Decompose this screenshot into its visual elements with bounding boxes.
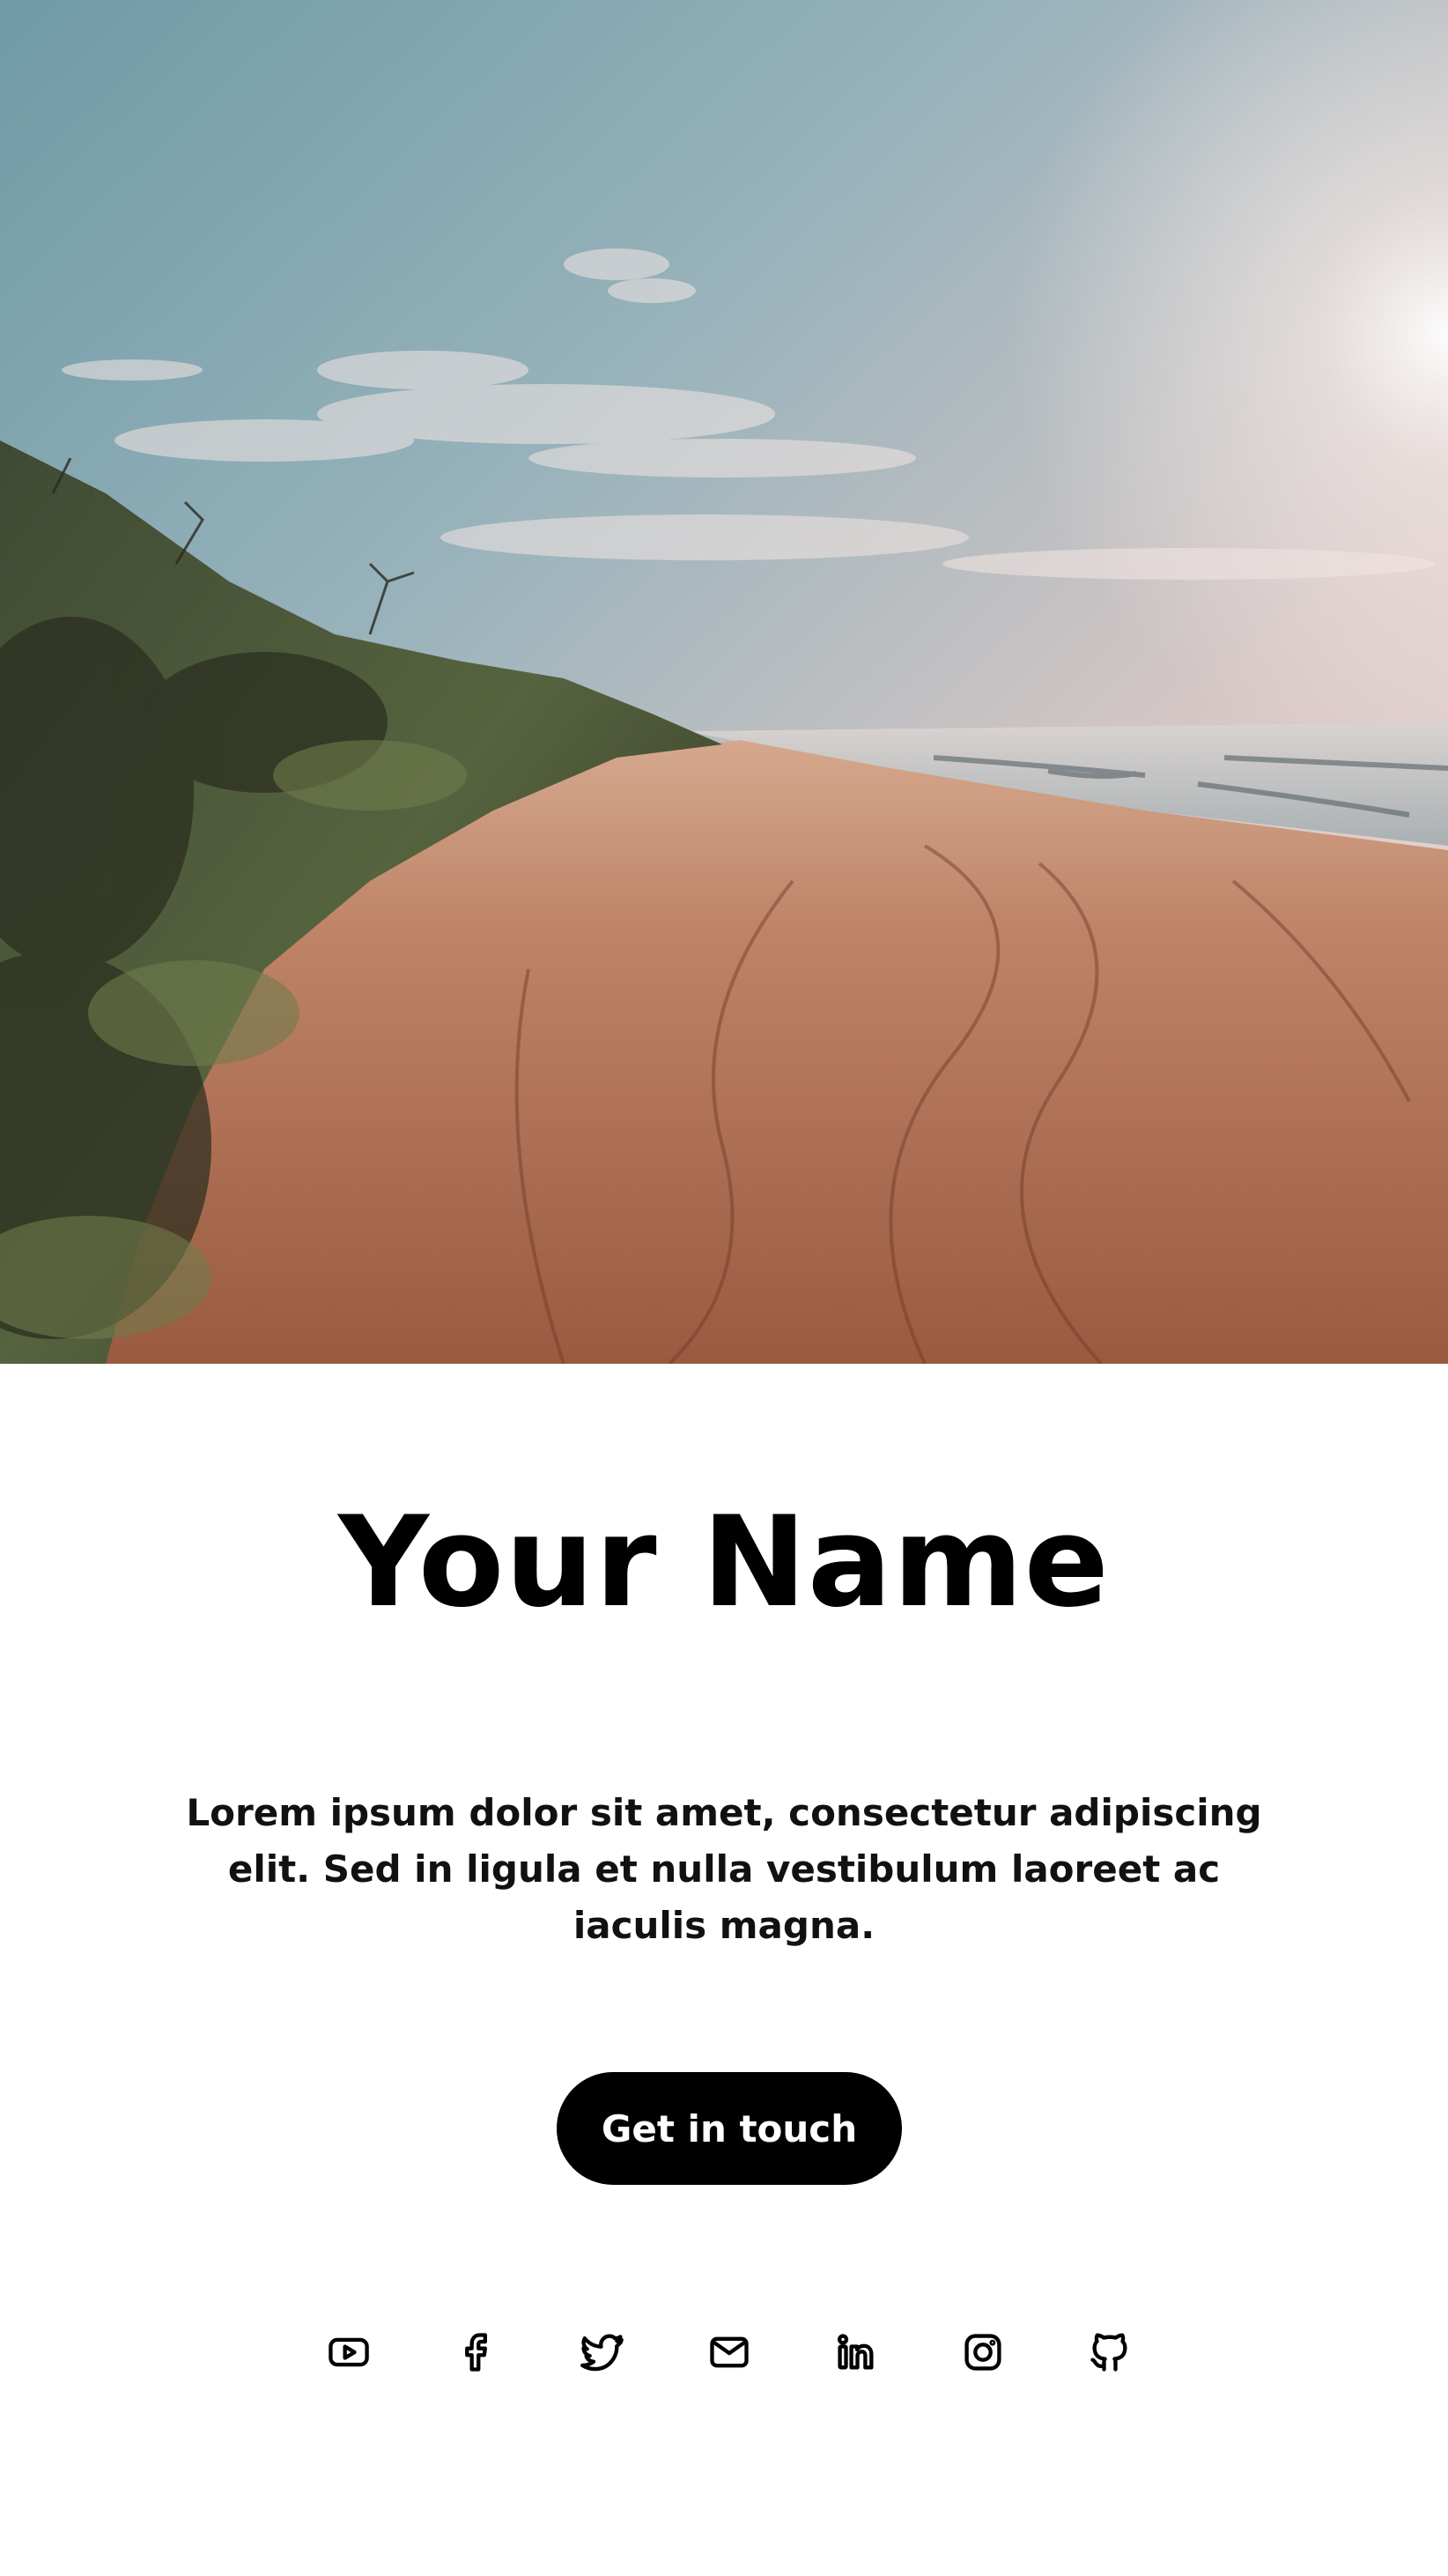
profile-section: Your Name Lorem ipsum dolor sit amet, co… bbox=[0, 1364, 1448, 2576]
profile-bio: Lorem ipsum dolor sit amet, consectetur … bbox=[186, 1791, 1262, 1947]
youtube-icon bbox=[329, 2337, 369, 2367]
facebook-link[interactable] bbox=[449, 2326, 502, 2379]
linkedin-link[interactable] bbox=[830, 2326, 883, 2379]
social-links bbox=[0, 2326, 1448, 2379]
email-link[interactable] bbox=[703, 2326, 756, 2379]
twitter-icon bbox=[580, 2334, 624, 2372]
facebook-icon bbox=[465, 2333, 487, 2372]
youtube-link[interactable] bbox=[322, 2326, 375, 2379]
github-link[interactable] bbox=[1083, 2326, 1136, 2379]
mail-icon bbox=[710, 2336, 749, 2368]
instagram-link[interactable] bbox=[957, 2326, 1009, 2379]
get-in-touch-button[interactable]: Get in touch bbox=[557, 2072, 902, 2185]
instagram-icon bbox=[964, 2334, 1001, 2371]
beach-photo bbox=[0, 0, 1448, 1364]
linkedin-icon bbox=[837, 2334, 874, 2370]
github-icon bbox=[1090, 2333, 1127, 2372]
twitter-link[interactable] bbox=[576, 2326, 629, 2379]
profile-name: Your Name bbox=[338, 1490, 1110, 1635]
hero-image bbox=[0, 0, 1448, 1364]
